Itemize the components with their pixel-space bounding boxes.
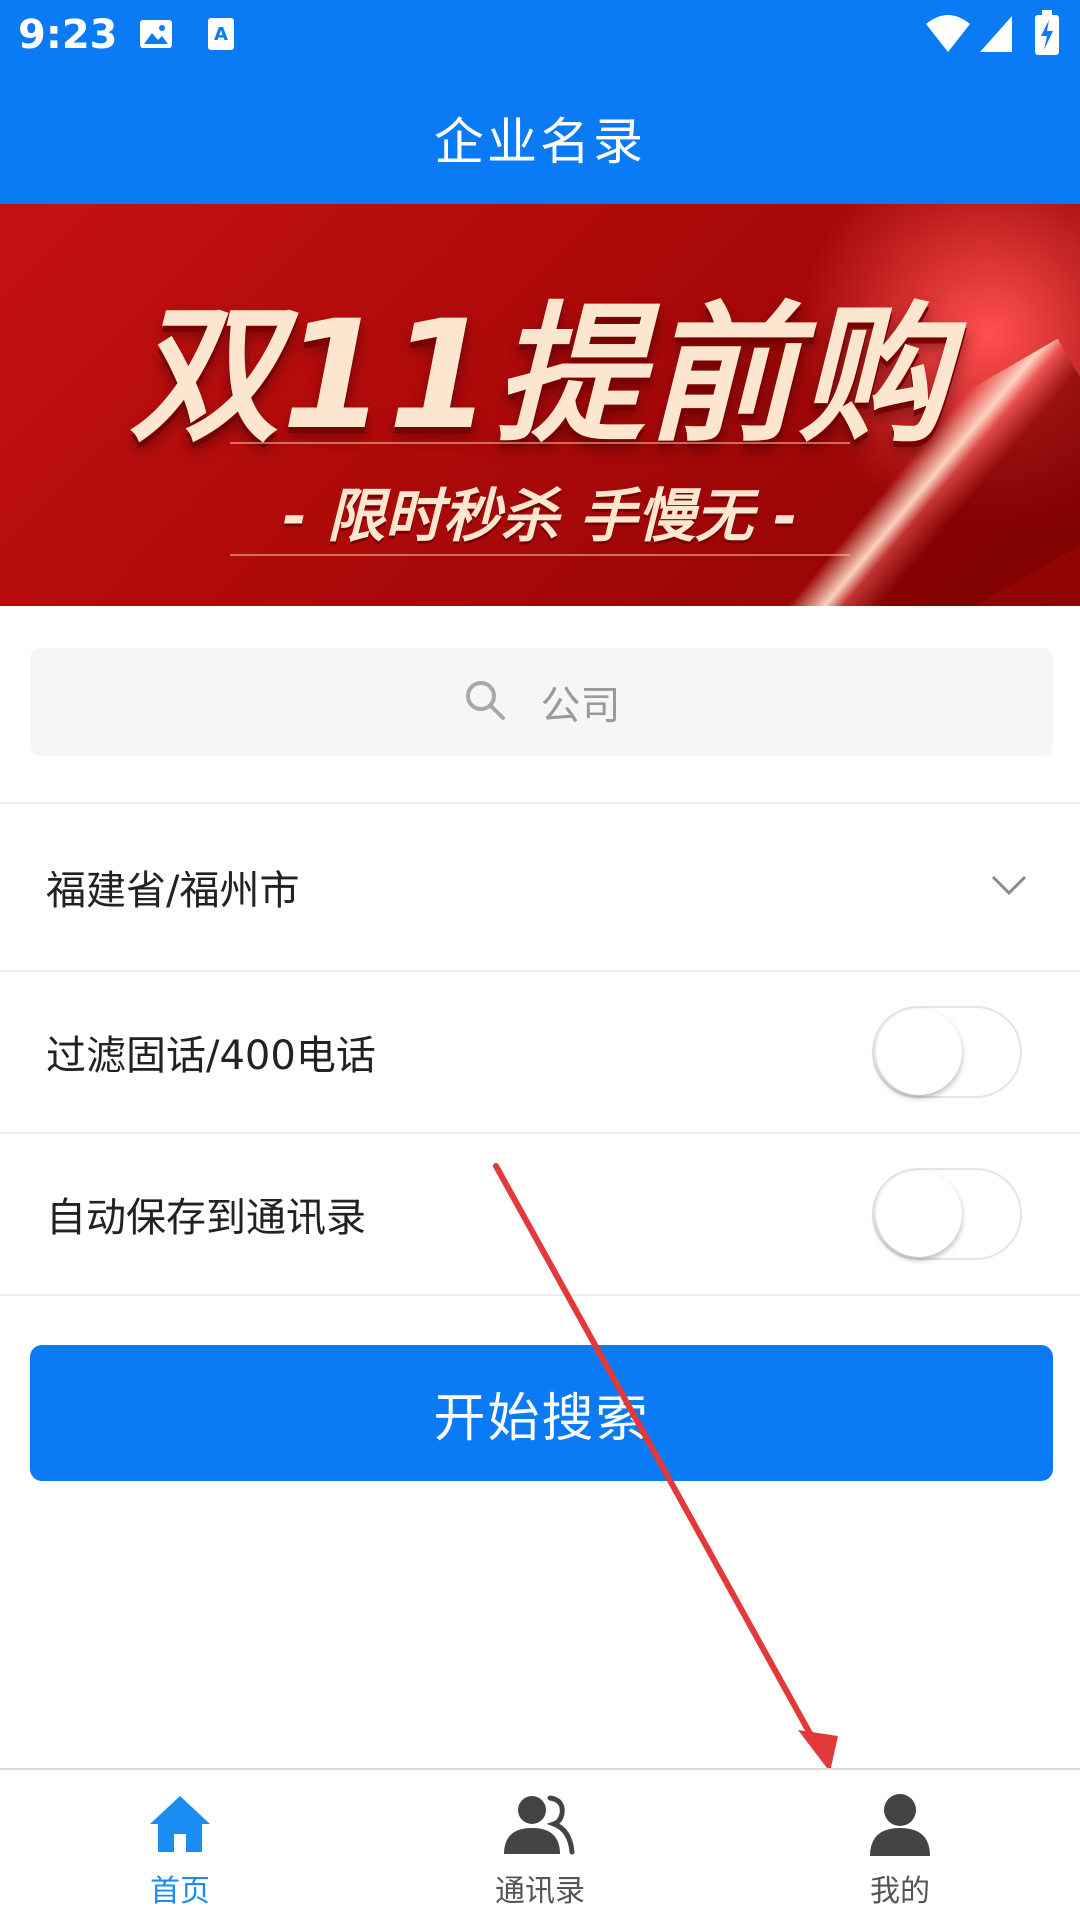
nav-label-home: 首页 <box>150 1874 210 1909</box>
banner-subline: - 限时秒杀 手慢无 - <box>282 482 798 550</box>
status-time: 9:23 <box>18 12 118 58</box>
banner-rule-top <box>230 442 850 444</box>
search-input[interactable]: 公司 <box>30 648 1053 756</box>
nav-label-profile: 我的 <box>870 1874 930 1909</box>
toggle-knob <box>876 1009 962 1095</box>
app-screen: 9:23 A 企业名录 双11提前购 - 限时秒杀 手慢无 - 公司 福建省/福… <box>0 0 1080 1920</box>
divider <box>0 1294 1080 1296</box>
page-title: 企业名录 <box>434 113 646 171</box>
nav-label-contacts: 通讯录 <box>495 1874 585 1909</box>
bottom-nav: 首页 通讯录 我的 <box>0 1768 1080 1920</box>
nav-item-home[interactable]: 首页 <box>0 1770 360 1920</box>
search-placeholder: 公司 <box>540 683 621 729</box>
keyboard-notification-icon: A <box>206 16 236 56</box>
region-value: 福建省/福州市 <box>46 868 300 914</box>
status-bar: 9:23 A <box>0 0 1080 72</box>
wifi-icon <box>924 14 972 58</box>
banner-rule-bottom <box>230 554 850 556</box>
auto-save-contacts-row: 自动保存到通讯录 <box>0 1134 1080 1294</box>
search-icon <box>463 678 507 726</box>
svg-text:A: A <box>214 24 228 45</box>
promo-banner[interactable]: 双11提前购 - 限时秒杀 手慢无 - <box>0 204 1080 606</box>
contacts-icon <box>502 1792 578 1860</box>
home-icon <box>148 1792 212 1860</box>
filter-landline-toggle[interactable] <box>872 1006 1022 1098</box>
battery-charging-icon <box>1034 10 1060 60</box>
nav-item-contacts[interactable]: 通讯录 <box>360 1770 720 1920</box>
auto-save-contacts-label: 自动保存到通讯录 <box>46 1195 366 1241</box>
auto-save-contacts-toggle[interactable] <box>872 1168 1022 1260</box>
start-search-button[interactable]: 开始搜索 <box>30 1345 1053 1481</box>
signal-icon <box>978 14 1014 58</box>
nav-item-profile[interactable]: 我的 <box>720 1770 1080 1920</box>
chevron-down-icon <box>990 873 1028 901</box>
image-notification-icon <box>138 16 174 56</box>
banner-headline: 双11提前购 <box>129 289 951 463</box>
filter-landline-row: 过滤固话/400电话 <box>0 972 1080 1132</box>
toggle-knob <box>876 1171 962 1257</box>
profile-icon <box>868 1792 932 1860</box>
region-selector[interactable]: 福建省/福州市 <box>0 804 1080 970</box>
app-bar: 企业名录 <box>0 72 1080 204</box>
filter-landline-label: 过滤固话/400电话 <box>46 1033 376 1079</box>
